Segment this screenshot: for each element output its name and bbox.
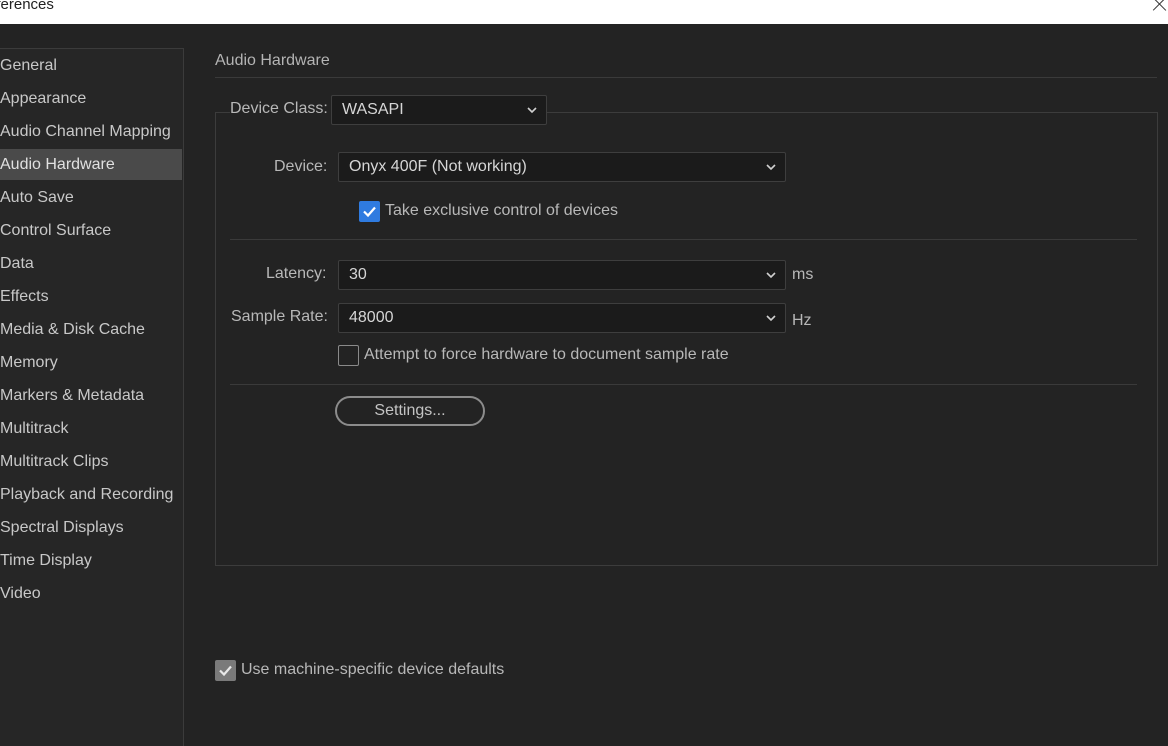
sidebar: General Appearance Audio Channel Mapping… — [0, 48, 184, 746]
sample-rate-label: Sample Rate: — [231, 308, 328, 325]
exclusive-control-label: Take exclusive control of devices — [385, 202, 618, 219]
sample-rate-select[interactable]: 48000 — [338, 303, 786, 333]
device-select[interactable]: Onyx 400F (Not working) — [338, 152, 786, 182]
latency-select[interactable]: 30 — [338, 260, 786, 290]
checkmark-icon — [219, 665, 232, 677]
chevron-down-icon — [766, 314, 776, 323]
sidebar-item-general[interactable]: General — [0, 50, 182, 81]
force-sample-rate-label: Attempt to force hardware to document sa… — [364, 346, 729, 363]
sample-rate-value: 48000 — [349, 309, 394, 326]
sidebar-item-multitrack[interactable]: Multitrack — [0, 413, 182, 444]
exclusive-control-checkbox[interactable] — [359, 201, 380, 222]
device-label: Device: — [274, 158, 328, 175]
device-value: Onyx 400F (Not working) — [349, 158, 527, 175]
force-sample-rate-checkbox[interactable] — [338, 345, 359, 366]
section-divider — [215, 77, 1157, 78]
sidebar-item-auto-save[interactable]: Auto Save — [0, 182, 182, 213]
chevron-down-icon — [527, 106, 537, 115]
checkmark-icon — [363, 206, 376, 218]
sidebar-item-data[interactable]: Data — [0, 248, 182, 279]
device-class-value: WASAPI — [342, 101, 404, 118]
latency-value: 30 — [349, 266, 367, 283]
sidebar-item-effects[interactable]: Effects — [0, 281, 182, 312]
settings-button[interactable]: Settings... — [335, 396, 485, 426]
latency-unit: ms — [792, 266, 814, 283]
sidebar-item-audio-hardware[interactable]: Audio Hardware — [0, 149, 182, 180]
sidebar-item-playback-recording[interactable]: Playback and Recording — [0, 479, 182, 510]
sidebar-item-markers-metadata[interactable]: Markers & Metadata — [0, 380, 182, 411]
sidebar-item-spectral-displays[interactable]: Spectral Displays — [0, 512, 182, 543]
sidebar-item-multitrack-clips[interactable]: Multitrack Clips — [0, 446, 182, 477]
device-class-select[interactable]: WASAPI — [331, 95, 547, 125]
machine-defaults-checkbox[interactable] — [215, 660, 236, 681]
sidebar-item-time-display[interactable]: Time Display — [0, 545, 182, 576]
sample-rate-unit: Hz — [792, 312, 812, 329]
chevron-down-icon — [766, 271, 776, 280]
divider — [230, 384, 1137, 385]
section-title: Audio Hardware — [215, 52, 330, 69]
title-bar: eferences — [0, 0, 1168, 24]
sidebar-item-memory[interactable]: Memory — [0, 347, 182, 378]
device-class-label: Device Class: — [230, 100, 332, 118]
sidebar-item-audio-channel-mapping[interactable]: Audio Channel Mapping — [0, 116, 182, 147]
machine-defaults-label: Use machine-specific device defaults — [241, 661, 505, 678]
sidebar-item-video[interactable]: Video — [0, 578, 182, 609]
divider — [230, 239, 1137, 240]
latency-label: Latency: — [266, 265, 327, 282]
sidebar-item-control-surface[interactable]: Control Surface — [0, 215, 182, 246]
chevron-down-icon — [766, 163, 776, 172]
window-title: eferences — [0, 0, 54, 13]
sidebar-item-media-disk-cache[interactable]: Media & Disk Cache — [0, 314, 182, 345]
close-icon[interactable] — [1150, 0, 1168, 14]
sidebar-item-appearance[interactable]: Appearance — [0, 83, 182, 114]
